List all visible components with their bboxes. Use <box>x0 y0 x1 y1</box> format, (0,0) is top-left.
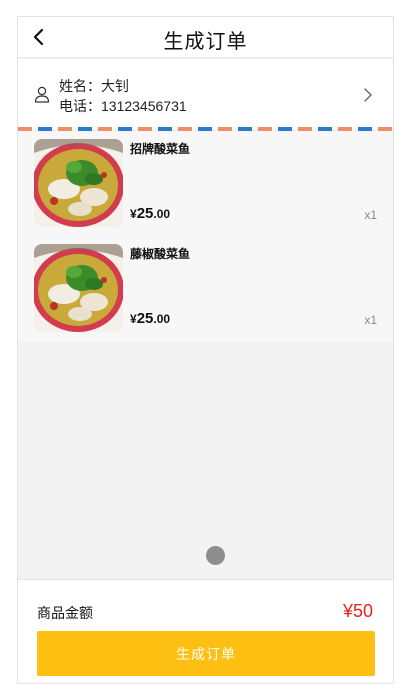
price-integer: 25 <box>136 310 154 327</box>
order-item-list: 招牌酸菜鱼 ¥25.00 x1 藤椒酸菜鱼 ¥25.00 x1 <box>18 132 393 342</box>
phone-value: 13123456731 <box>101 98 187 114</box>
page-title: 生成订单 <box>163 31 248 53</box>
item-quantity: x1 <box>364 208 377 222</box>
total-amount: ¥50 <box>342 601 373 621</box>
top-bar: 生成订单 <box>18 17 393 58</box>
item-name: 招牌酸菜鱼 <box>130 142 191 156</box>
address-stripe-divider <box>18 127 393 131</box>
dish-image <box>34 244 123 332</box>
checkout-footer: 商品金额 ¥50 生成订单 <box>18 579 393 683</box>
item-name: 藤椒酸菜鱼 <box>130 247 191 261</box>
order-item[interactable]: 藤椒酸菜鱼 ¥25.00 x1 <box>18 237 393 342</box>
name-value: 大钊 <box>101 78 129 94</box>
currency-symbol: ¥ <box>130 312 137 326</box>
item-price: ¥25.00 <box>130 205 170 223</box>
price-integer: 25 <box>136 205 154 222</box>
item-quantity: x1 <box>364 313 377 327</box>
dish-image <box>34 139 123 227</box>
phone-screen: 生成订单 姓名：大钊 电话：13123456731 招牌酸菜鱼 ¥25.00 x… <box>17 16 394 684</box>
submit-order-button[interactable]: 生成订单 <box>37 631 375 676</box>
contact-phone: 电话：13123456731 <box>59 96 187 116</box>
order-item[interactable]: 招牌酸菜鱼 ¥25.00 x1 <box>18 132 393 237</box>
price-decimal: .00 <box>153 312 171 326</box>
contact-name: 姓名：大钊 <box>59 76 129 96</box>
total-label: 商品金额 <box>37 605 93 621</box>
price-decimal: .00 <box>153 207 171 221</box>
name-label: 姓名： <box>59 78 101 94</box>
scroll-indicator[interactable] <box>206 546 225 565</box>
user-icon <box>34 86 50 103</box>
contact-card[interactable]: 姓名：大钊 电话：13123456731 <box>18 59 393 129</box>
chevron-right-icon[interactable] <box>363 87 373 103</box>
item-price: ¥25.00 <box>130 310 170 328</box>
phone-label: 电话： <box>59 98 101 114</box>
currency-symbol: ¥ <box>130 207 137 221</box>
